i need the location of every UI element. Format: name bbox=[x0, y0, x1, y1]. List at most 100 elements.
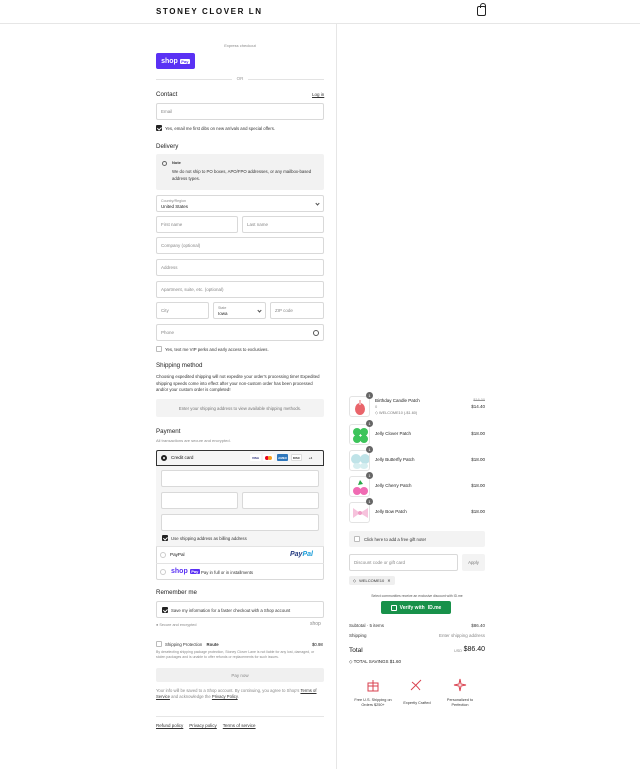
brand-logo[interactable]: STONEY CLOVER LN bbox=[156, 7, 263, 16]
order-item: 1 Jelly Cherry Patch $18.00 bbox=[349, 472, 485, 498]
privacy-policy-footer-link[interactable]: Privacy policy bbox=[189, 723, 217, 728]
consent-b: and acknowledge the bbox=[171, 694, 211, 699]
total-savings: ◇ TOTAL SAVINGS $1.60 bbox=[349, 659, 401, 665]
shop-pay-wordmark: shop bbox=[161, 57, 178, 65]
perk-expertly-crafted: Expertly Crafted bbox=[403, 701, 431, 705]
state-select[interactable]: State Iowa bbox=[213, 302, 266, 319]
consent-text: Your info will be saved to a Shop accoun… bbox=[156, 688, 324, 700]
shipping-protection-label: Shipping Protection Route bbox=[165, 642, 219, 647]
note-text: We do not ship to PO boxes, APO/FPO addr… bbox=[172, 169, 312, 181]
perk-personalized: Personalized to Perfection bbox=[446, 698, 474, 707]
zip-field[interactable]: ZIP code bbox=[270, 302, 324, 319]
expiration-field[interactable] bbox=[161, 492, 238, 509]
login-link[interactable]: Log in bbox=[312, 92, 324, 97]
protection-disclaimer: By deselecting shipping package protecti… bbox=[156, 650, 315, 659]
shop-pay-badge: Pay bbox=[179, 58, 190, 64]
order-item: 1 Jelly Butterfly Patch $18.00 bbox=[349, 446, 485, 472]
chevron-down-icon bbox=[315, 201, 320, 206]
shop-pay-radio[interactable] bbox=[160, 569, 166, 575]
tag-icon: ◇ bbox=[353, 578, 357, 583]
shipping-label: Shipping bbox=[349, 633, 367, 638]
remove-discount-icon[interactable]: ✕ bbox=[387, 578, 390, 583]
note-title: Note bbox=[172, 160, 181, 165]
quantity-badge: 1 bbox=[366, 498, 373, 505]
clover-patch-thumbnail bbox=[349, 424, 370, 445]
paypal-radio[interactable] bbox=[160, 552, 166, 558]
last-name-field[interactable]: Last name bbox=[242, 216, 324, 233]
total-label: Total bbox=[349, 647, 363, 654]
order-item: 1 Jelly Bow Patch $18.00 bbox=[349, 498, 485, 524]
billing-same-checkbox[interactable] bbox=[162, 535, 168, 541]
country-select[interactable]: Country/Region United States bbox=[156, 195, 324, 212]
city-field[interactable]: City bbox=[156, 302, 209, 319]
item-price: $18.00 bbox=[471, 509, 485, 514]
or-divider: OR bbox=[156, 76, 324, 82]
discover-icon: DISC bbox=[291, 454, 302, 461]
discount-code-field[interactable]: Discount code or gift card bbox=[349, 554, 458, 571]
item-price: $14.40 bbox=[471, 404, 485, 409]
column-divider bbox=[336, 24, 337, 769]
verify-idme-button[interactable]: Verify with ID.me bbox=[381, 601, 451, 614]
company-field[interactable]: Company (optional) bbox=[156, 237, 324, 254]
bow-patch-thumbnail bbox=[349, 502, 370, 523]
save-info-checkbox[interactable] bbox=[162, 607, 168, 613]
shop-pay-logo: shop Pay bbox=[171, 568, 200, 575]
sms-checkbox[interactable] bbox=[156, 346, 162, 352]
privacy-policy-link[interactable]: Privacy Policy bbox=[212, 694, 238, 699]
sms-label: Yes, text me VIP perks and early access … bbox=[165, 347, 269, 352]
help-icon[interactable] bbox=[313, 330, 319, 336]
verify-hint: Select communities receive an exclusive … bbox=[371, 594, 463, 598]
shop-pay-option[interactable]: shop Pay Pay in full or in installments bbox=[156, 563, 324, 580]
credit-card-radio[interactable] bbox=[161, 455, 167, 461]
gift-note-label: Click here to add a free gift note! bbox=[364, 537, 427, 542]
phone-placeholder: Phone bbox=[161, 330, 175, 335]
refund-policy-link[interactable]: Refund policy bbox=[156, 723, 183, 728]
paypal-label: PayPal bbox=[170, 552, 185, 557]
item-price: $18.00 bbox=[471, 457, 485, 462]
order-item: 1 Birthday Candle Patch 0 ◇ WELCOME10 (-… bbox=[349, 392, 485, 418]
apply-button[interactable]: Apply bbox=[462, 554, 485, 571]
billing-same-label: Use shipping address as billing address bbox=[171, 536, 247, 541]
gift-note-checkbox[interactable] bbox=[354, 536, 360, 542]
paypal-option[interactable]: PayPal PayPal bbox=[156, 546, 324, 563]
email-field[interactable]: Email bbox=[156, 103, 324, 120]
newsletter-checkbox[interactable] bbox=[156, 125, 162, 131]
pay-now-button[interactable]: Pay now bbox=[156, 668, 324, 682]
name-on-card-field[interactable] bbox=[161, 514, 319, 531]
first-name-field[interactable]: First name bbox=[156, 216, 238, 233]
butterfly-patch-thumbnail bbox=[349, 450, 370, 471]
total-value: $86.40 bbox=[463, 646, 485, 653]
shipping-value: Enter shipping address bbox=[438, 633, 485, 638]
terms-of-service-link[interactable]: Terms of service bbox=[223, 723, 256, 728]
visa-icon: VISA bbox=[250, 454, 261, 461]
idme-logo: ID.me bbox=[427, 604, 442, 611]
candle-patch-thumbnail bbox=[349, 396, 370, 417]
item-name: Birthday Candle Patch bbox=[375, 398, 420, 403]
phone-field[interactable]: Phone bbox=[156, 324, 324, 341]
shop-pay-button[interactable]: shop Pay bbox=[156, 53, 195, 69]
security-code-field[interactable] bbox=[242, 492, 319, 509]
card-number-field[interactable] bbox=[161, 470, 319, 487]
subtotal-label: Subtotal · 5 items bbox=[349, 623, 385, 628]
state-value: Iowa bbox=[218, 310, 228, 316]
cherry-patch-thumbnail bbox=[349, 476, 370, 497]
paypal-logo-a: Pay bbox=[290, 551, 303, 558]
card-fields: Use shipping address as billing address bbox=[156, 466, 324, 546]
apartment-field[interactable]: Apartment, suite, etc. (optional) bbox=[156, 281, 324, 298]
or-label: OR bbox=[236, 76, 244, 81]
credit-card-label: Credit card bbox=[171, 455, 194, 460]
gift-note-option[interactable]: Click here to add a free gift note! bbox=[349, 531, 485, 547]
shipping-protection-checkbox[interactable] bbox=[156, 641, 162, 647]
verify-label: Verify with bbox=[399, 604, 425, 611]
shopping-bag-icon[interactable] bbox=[477, 3, 486, 16]
secure-label: ● Secure and encrypted bbox=[156, 623, 197, 627]
gift-icon bbox=[366, 678, 380, 697]
amex-icon: AMEX bbox=[277, 454, 288, 461]
subtotal-value: $86.40 bbox=[471, 623, 485, 628]
address-field[interactable]: Address bbox=[156, 259, 324, 276]
item-old-price: $16.00 bbox=[473, 398, 485, 402]
total-savings-text: TOTAL SAVINGS $1.60 bbox=[353, 659, 401, 664]
express-checkout-label: Express checkout bbox=[224, 43, 256, 48]
remember-me-box: Save my information for a faster checkou… bbox=[156, 601, 324, 618]
payment-heading: Payment bbox=[156, 428, 181, 435]
